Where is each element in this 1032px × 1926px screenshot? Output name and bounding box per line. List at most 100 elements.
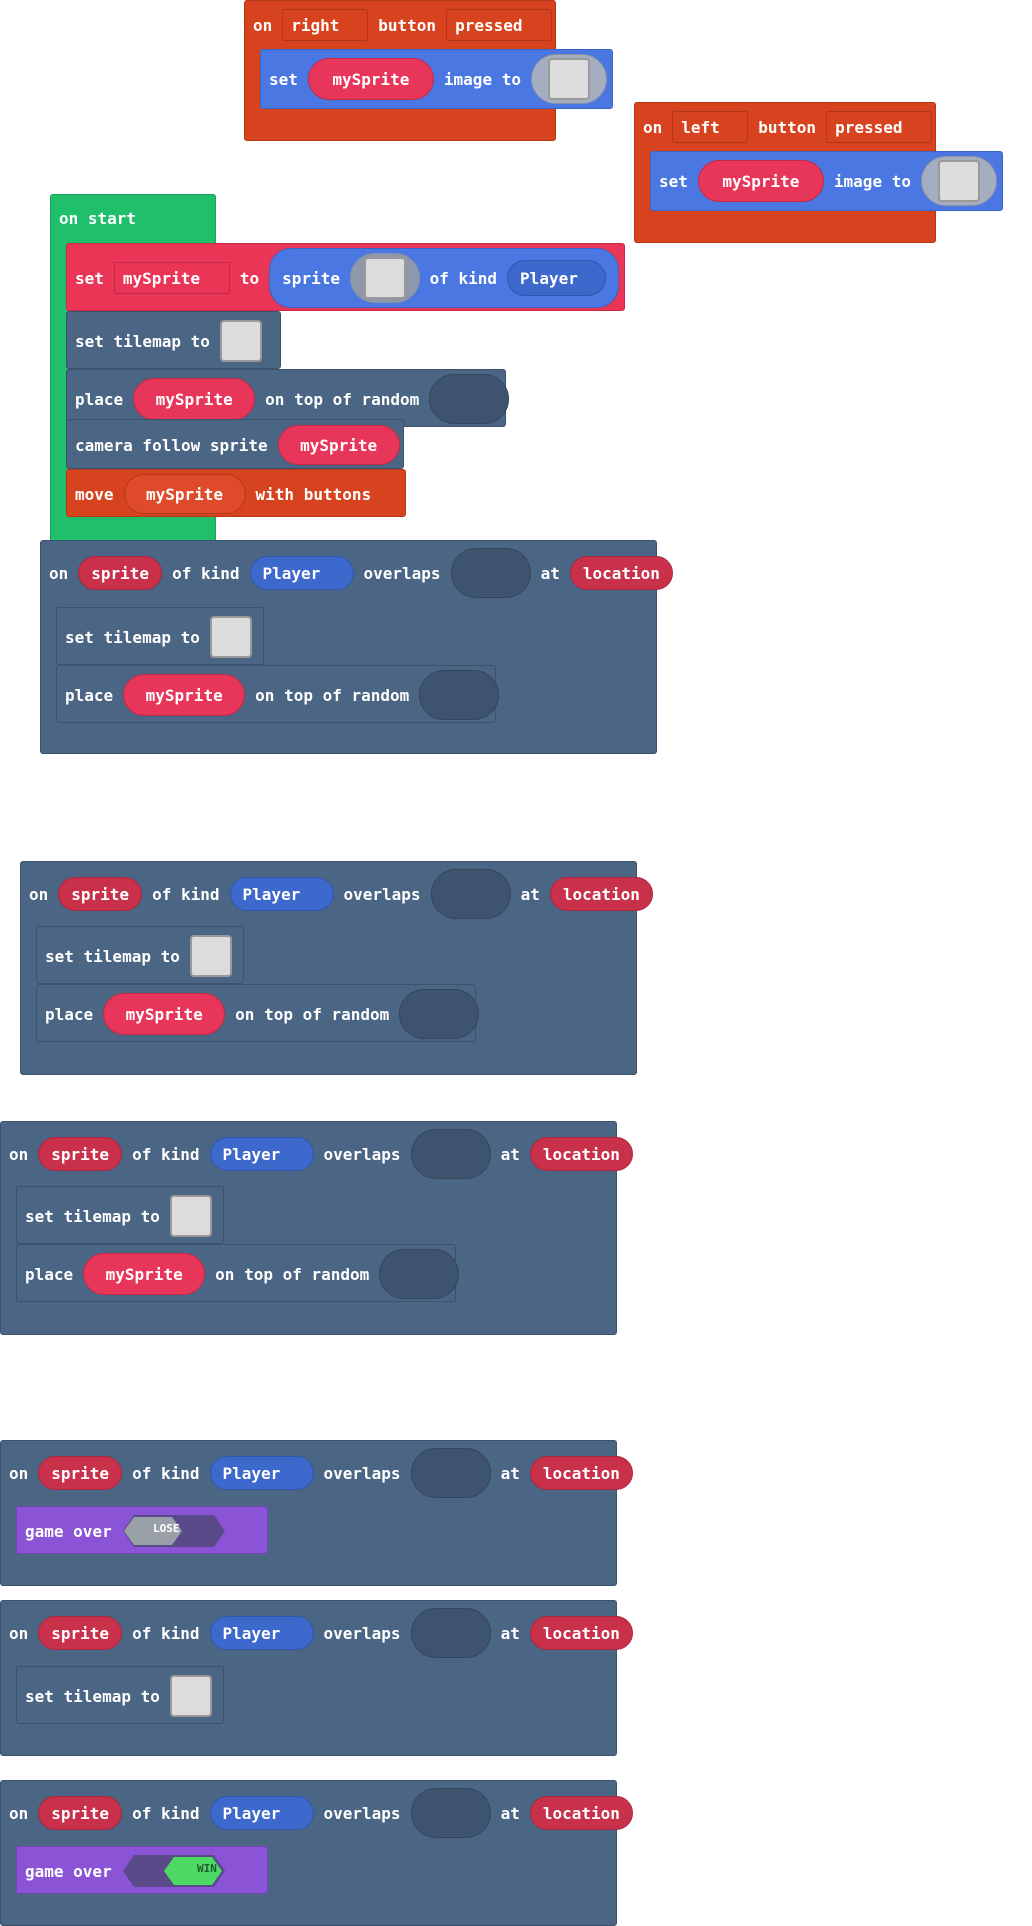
place-on-random-block[interactable]: place mySprite on top of random [36, 984, 480, 1042]
on-top-of-random-label: on top of random [235, 1004, 390, 1024]
tile-slot[interactable] [410, 1448, 491, 1498]
kind-dropdown[interactable]: Player [209, 1616, 314, 1650]
button-dropdown[interactable]: left [672, 111, 749, 143]
place-label: place [75, 389, 124, 409]
tile-slot[interactable] [410, 1788, 491, 1838]
image-thumbnail [547, 58, 590, 100]
location-param[interactable]: location [529, 1796, 633, 1830]
image-picker[interactable] [920, 156, 997, 206]
place-on-random-block[interactable]: place mySprite on top of random [16, 1244, 460, 1302]
sprite-variable-pill[interactable]: mySprite [123, 474, 246, 514]
tile-slot[interactable] [410, 1608, 491, 1658]
game-over-label: game over [25, 1861, 112, 1881]
tile-slot[interactable] [430, 869, 511, 919]
tilemap-picker[interactable] [169, 1195, 212, 1237]
location-param[interactable]: location [549, 877, 653, 911]
tile-slot[interactable] [429, 374, 510, 424]
location-param[interactable]: location [529, 1137, 633, 1171]
sprite-param[interactable]: sprite [38, 1796, 123, 1830]
move-with-buttons-block[interactable]: move mySprite with buttons [66, 469, 406, 517]
sprite-variable-pill[interactable]: mySprite [123, 674, 246, 716]
sprite-variable-pill[interactable]: mySprite [697, 160, 824, 202]
overlaps-label: overlaps [323, 1623, 401, 1643]
on-label: on [9, 1463, 29, 1483]
on-label: on [253, 15, 273, 35]
of-kind-label: of kind [152, 884, 220, 904]
at-label: at [500, 1463, 520, 1483]
kind-dropdown[interactable]: Player [507, 260, 607, 296]
lose-text: LOSE [153, 1522, 180, 1535]
on-label: on [9, 1144, 29, 1164]
location-param[interactable]: location [529, 1616, 633, 1650]
tile-slot[interactable] [379, 1249, 460, 1299]
tilemap-picker[interactable] [209, 616, 252, 658]
tile-slot[interactable] [450, 548, 531, 598]
kind-dropdown[interactable]: Player [209, 1796, 314, 1830]
sprite-variable-pill[interactable]: mySprite [277, 425, 400, 465]
sprite-variable-pill[interactable]: mySprite [103, 993, 226, 1035]
of-kind-label: of kind [132, 1144, 200, 1164]
image-to-label: image to [833, 171, 911, 191]
set-tilemap-block[interactable]: set tilemap to [66, 311, 281, 369]
on-start-label: on start [59, 208, 137, 228]
button-label: button [758, 117, 817, 137]
on-label: on [49, 563, 69, 583]
button-dropdown[interactable]: right [282, 9, 369, 41]
set-label: set [75, 268, 104, 288]
image-picker[interactable] [349, 253, 420, 303]
kind-dropdown[interactable]: Player [229, 877, 334, 911]
sprite-param[interactable]: sprite [58, 877, 143, 911]
set-image-block[interactable]: set mySprite image to [260, 49, 613, 109]
kind-dropdown[interactable]: Player [209, 1137, 314, 1171]
at-label: at [540, 563, 560, 583]
state-dropdown[interactable]: pressed [826, 111, 933, 143]
tile-slot[interactable] [410, 1129, 491, 1179]
sprite-param[interactable]: sprite [38, 1456, 123, 1490]
sprite-variable-pill[interactable]: mySprite [307, 58, 434, 100]
set-tilemap-label: set tilemap to [45, 946, 180, 966]
set-tilemap-block[interactable]: set tilemap to [36, 926, 244, 984]
game-over-block[interactable]: game over WIN [16, 1846, 268, 1894]
on-label: on [643, 117, 663, 137]
variable-dropdown[interactable]: mySprite [113, 262, 230, 294]
tilemap-picker[interactable] [219, 320, 262, 362]
place-on-random-block[interactable]: place mySprite on top of random [56, 665, 500, 723]
image-to-label: image to [443, 69, 521, 89]
game-over-block[interactable]: game over LOSE [16, 1506, 268, 1554]
at-label: at [500, 1803, 520, 1823]
at-label: at [500, 1144, 520, 1164]
kind-dropdown[interactable]: Player [249, 556, 354, 590]
set-tilemap-block[interactable]: set tilemap to [16, 1186, 224, 1244]
to-label: to [239, 268, 260, 288]
tilemap-picker[interactable] [189, 935, 232, 977]
set-tilemap-block[interactable]: set tilemap to [56, 607, 264, 665]
set-tilemap-label: set tilemap to [25, 1206, 160, 1226]
set-tilemap-label: set tilemap to [75, 331, 210, 351]
sprite-param[interactable]: sprite [38, 1616, 123, 1650]
of-kind-label: of kind [429, 268, 498, 288]
at-label: at [500, 1623, 520, 1643]
tile-slot[interactable] [399, 989, 480, 1039]
set-variable-block[interactable]: set mySprite to sprite of kind Player [66, 243, 625, 311]
sprite-variable-pill[interactable]: mySprite [83, 1253, 206, 1295]
image-thumbnail [363, 257, 406, 299]
set-image-block[interactable]: set mySprite image to [650, 151, 1003, 211]
sprite-param[interactable]: sprite [38, 1137, 123, 1171]
set-tilemap-label: set tilemap to [25, 1686, 160, 1706]
place-label: place [65, 685, 114, 705]
win-text: WIN [197, 1862, 217, 1875]
button-label: button [378, 15, 437, 35]
tile-slot[interactable] [419, 670, 500, 720]
on-label: on [9, 1803, 29, 1823]
sprite-variable-pill[interactable]: mySprite [133, 378, 256, 420]
camera-follow-block[interactable]: camera follow sprite mySprite [66, 419, 404, 469]
location-param[interactable]: location [529, 1456, 633, 1490]
create-sprite-reporter[interactable]: sprite of kind Player [269, 248, 620, 308]
set-tilemap-block[interactable]: set tilemap to [16, 1666, 224, 1724]
location-param[interactable]: location [569, 556, 673, 590]
state-dropdown[interactable]: pressed [446, 9, 553, 41]
kind-dropdown[interactable]: Player [209, 1456, 314, 1490]
sprite-param[interactable]: sprite [78, 556, 163, 590]
tilemap-picker[interactable] [169, 1675, 212, 1717]
image-picker[interactable] [530, 54, 607, 104]
